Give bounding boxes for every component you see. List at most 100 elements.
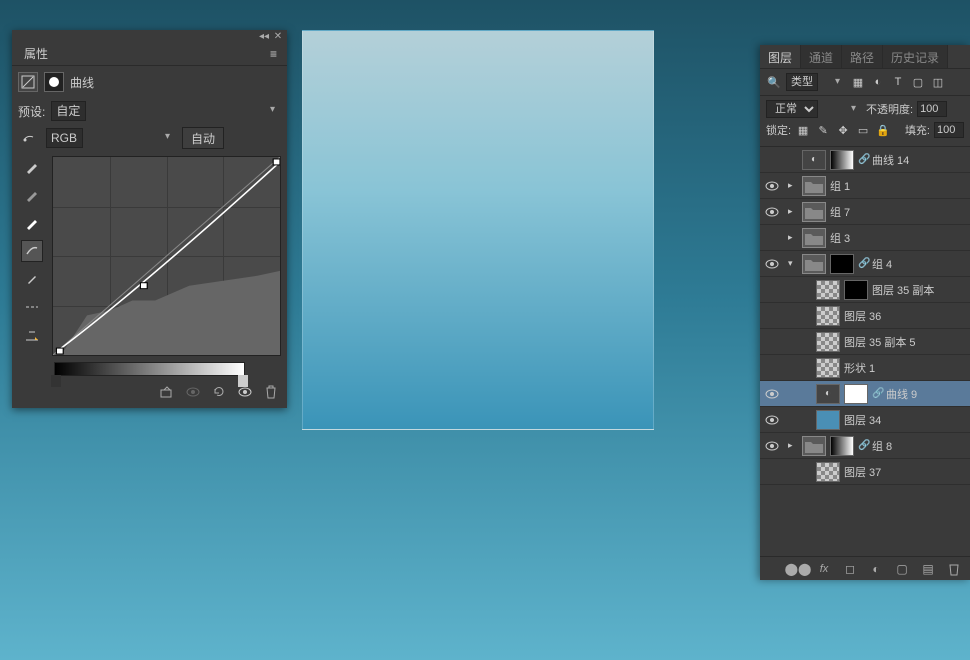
lock-all-icon[interactable]: 🔒 [875, 122, 891, 138]
folder-icon [802, 254, 826, 274]
layer-row[interactable]: 形状 1 [760, 355, 970, 381]
expand-toggle[interactable]: ▾ [788, 258, 798, 269]
visibility-toggle[interactable] [765, 258, 777, 270]
preset-select[interactable]: 自定 [51, 101, 86, 121]
canvas-artwork[interactable] [302, 30, 654, 430]
mask-icon[interactable] [44, 72, 64, 92]
white-point-thumb[interactable] [238, 375, 248, 387]
filter-pixel-icon[interactable]: ▦ [850, 74, 866, 90]
layers-tab-1[interactable]: 通道 [801, 45, 842, 68]
layer-name[interactable]: 组 1 [830, 178, 850, 194]
visibility-toggle[interactable] [765, 180, 777, 192]
layer-row[interactable]: 图层 37 [760, 459, 970, 485]
properties-panel: ◂◂ ✕ 属性 ≡ 曲线 预设: 自定 RGB 自动 [12, 30, 287, 408]
visibility-toggle[interactable] [765, 440, 777, 452]
layer-row[interactable]: ▾🔗组 4 [760, 251, 970, 277]
layer-thumb [816, 280, 840, 300]
layer-row[interactable]: ◐🔗曲线 14 [760, 147, 970, 173]
filter-type-select[interactable]: 类型 [786, 73, 818, 91]
eyedropper-white-icon[interactable] [21, 212, 43, 234]
folder-icon [802, 202, 826, 222]
layer-name[interactable]: 组 8 [872, 438, 892, 454]
filter-text-icon[interactable]: T [890, 74, 906, 90]
layer-row[interactable]: 图层 36 [760, 303, 970, 329]
visibility-toggle[interactable] [765, 414, 777, 426]
search-icon[interactable]: 🔍 [766, 74, 782, 90]
layer-row[interactable]: ▸ 组 7 [760, 199, 970, 225]
layer-row[interactable]: ◐🔗曲线 9 [760, 381, 970, 407]
smooth-icon[interactable] [21, 296, 43, 318]
expand-toggle[interactable]: ▸ [788, 232, 798, 243]
layer-name[interactable]: 图层 35 副本 5 [844, 334, 916, 350]
new-group-icon[interactable]: ▢ [894, 561, 910, 577]
add-mask-icon[interactable]: ◻ [842, 561, 858, 577]
layer-name[interactable]: 组 4 [872, 256, 892, 272]
layers-tab-3[interactable]: 历史记录 [883, 45, 948, 68]
layer-name[interactable]: 图层 35 副本 [872, 282, 934, 298]
layer-row[interactable]: ▸ 组 1 [760, 173, 970, 199]
layer-row[interactable]: 图层 34 [760, 407, 970, 433]
layer-thumb [830, 436, 854, 456]
layer-name[interactable]: 曲线 9 [886, 386, 917, 402]
layer-name[interactable]: 图层 36 [844, 308, 881, 324]
adjustment-thumb: ◐ [816, 384, 840, 404]
delete-icon[interactable] [263, 384, 279, 400]
panel-menu-icon[interactable]: ≡ [266, 47, 281, 61]
filter-shape-icon[interactable]: ▢ [910, 74, 926, 90]
eyedropper-black-icon[interactable] [21, 156, 43, 178]
new-layer-icon[interactable]: ▤ [920, 561, 936, 577]
curve-point-tool-icon[interactable] [21, 240, 43, 262]
layer-name[interactable]: 曲线 14 [872, 152, 909, 168]
layer-thumb [816, 410, 840, 430]
lock-artboard-icon[interactable]: ▭ [855, 122, 871, 138]
visibility-toggle[interactable] [765, 388, 777, 400]
panel-drag-bar[interactable]: ◂◂ ✕ [12, 30, 287, 42]
layer-name[interactable]: 图层 34 [844, 412, 881, 428]
input-range-slider[interactable] [54, 362, 245, 376]
properties-tab[interactable]: 属性 [18, 45, 54, 62]
preset-label: 预设: [18, 103, 45, 120]
layer-row[interactable]: 图层 35 副本 5 [760, 329, 970, 355]
lock-position-icon[interactable]: ✥ [835, 122, 851, 138]
pencil-tool-icon[interactable] [21, 268, 43, 290]
curves-graph[interactable] [52, 156, 281, 356]
eyedropper-gray-icon[interactable] [21, 184, 43, 206]
channel-select[interactable]: RGB [46, 128, 83, 148]
layer-name[interactable]: 组 3 [830, 230, 850, 246]
close-icon[interactable]: ✕ [273, 32, 283, 42]
collapse-icon[interactable]: ◂◂ [259, 32, 269, 42]
reset-icon[interactable] [211, 384, 227, 400]
layer-name[interactable]: 形状 1 [844, 360, 875, 376]
lock-transparency-icon[interactable]: ▦ [795, 122, 811, 138]
toggle-visibility-icon[interactable] [185, 384, 201, 400]
layer-row[interactable]: ▸ 组 3 [760, 225, 970, 251]
add-adjustment-icon[interactable]: ◐ [868, 561, 884, 577]
expand-toggle[interactable]: ▸ [788, 440, 798, 451]
expand-toggle[interactable]: ▸ [788, 180, 798, 191]
layer-thumb [816, 332, 840, 352]
filter-adjust-icon[interactable]: ◐ [870, 74, 886, 90]
link-layers-icon[interactable]: ⬤⬤ [790, 561, 806, 577]
clip-warning-icon[interactable] [21, 324, 43, 346]
auto-button[interactable]: 自动 [182, 127, 224, 149]
layer-name[interactable]: 组 7 [830, 204, 850, 220]
layer-row[interactable]: ▸🔗组 8 [760, 433, 970, 459]
visibility-toggle[interactable] [765, 206, 777, 218]
lock-label: 锁定: [766, 122, 791, 138]
hand-adjust-icon[interactable] [18, 127, 40, 149]
delete-layer-icon[interactable] [946, 561, 962, 577]
fill-input[interactable] [934, 122, 964, 138]
layer-fx-icon[interactable]: fx [816, 561, 832, 577]
blend-mode-select[interactable]: 正常 [766, 100, 818, 118]
layer-thumb [816, 306, 840, 326]
lock-paint-icon[interactable]: ✎ [815, 122, 831, 138]
layers-tab-0[interactable]: 图层 [760, 45, 801, 68]
opacity-input[interactable] [917, 101, 947, 117]
layer-row[interactable]: 图层 35 副本 [760, 277, 970, 303]
clip-to-layer-icon[interactable] [159, 384, 175, 400]
expand-toggle[interactable]: ▸ [788, 206, 798, 217]
black-point-thumb[interactable] [51, 375, 61, 387]
filter-smart-icon[interactable]: ◫ [930, 74, 946, 90]
layer-name[interactable]: 图层 37 [844, 464, 881, 480]
layers-tab-2[interactable]: 路径 [842, 45, 883, 68]
